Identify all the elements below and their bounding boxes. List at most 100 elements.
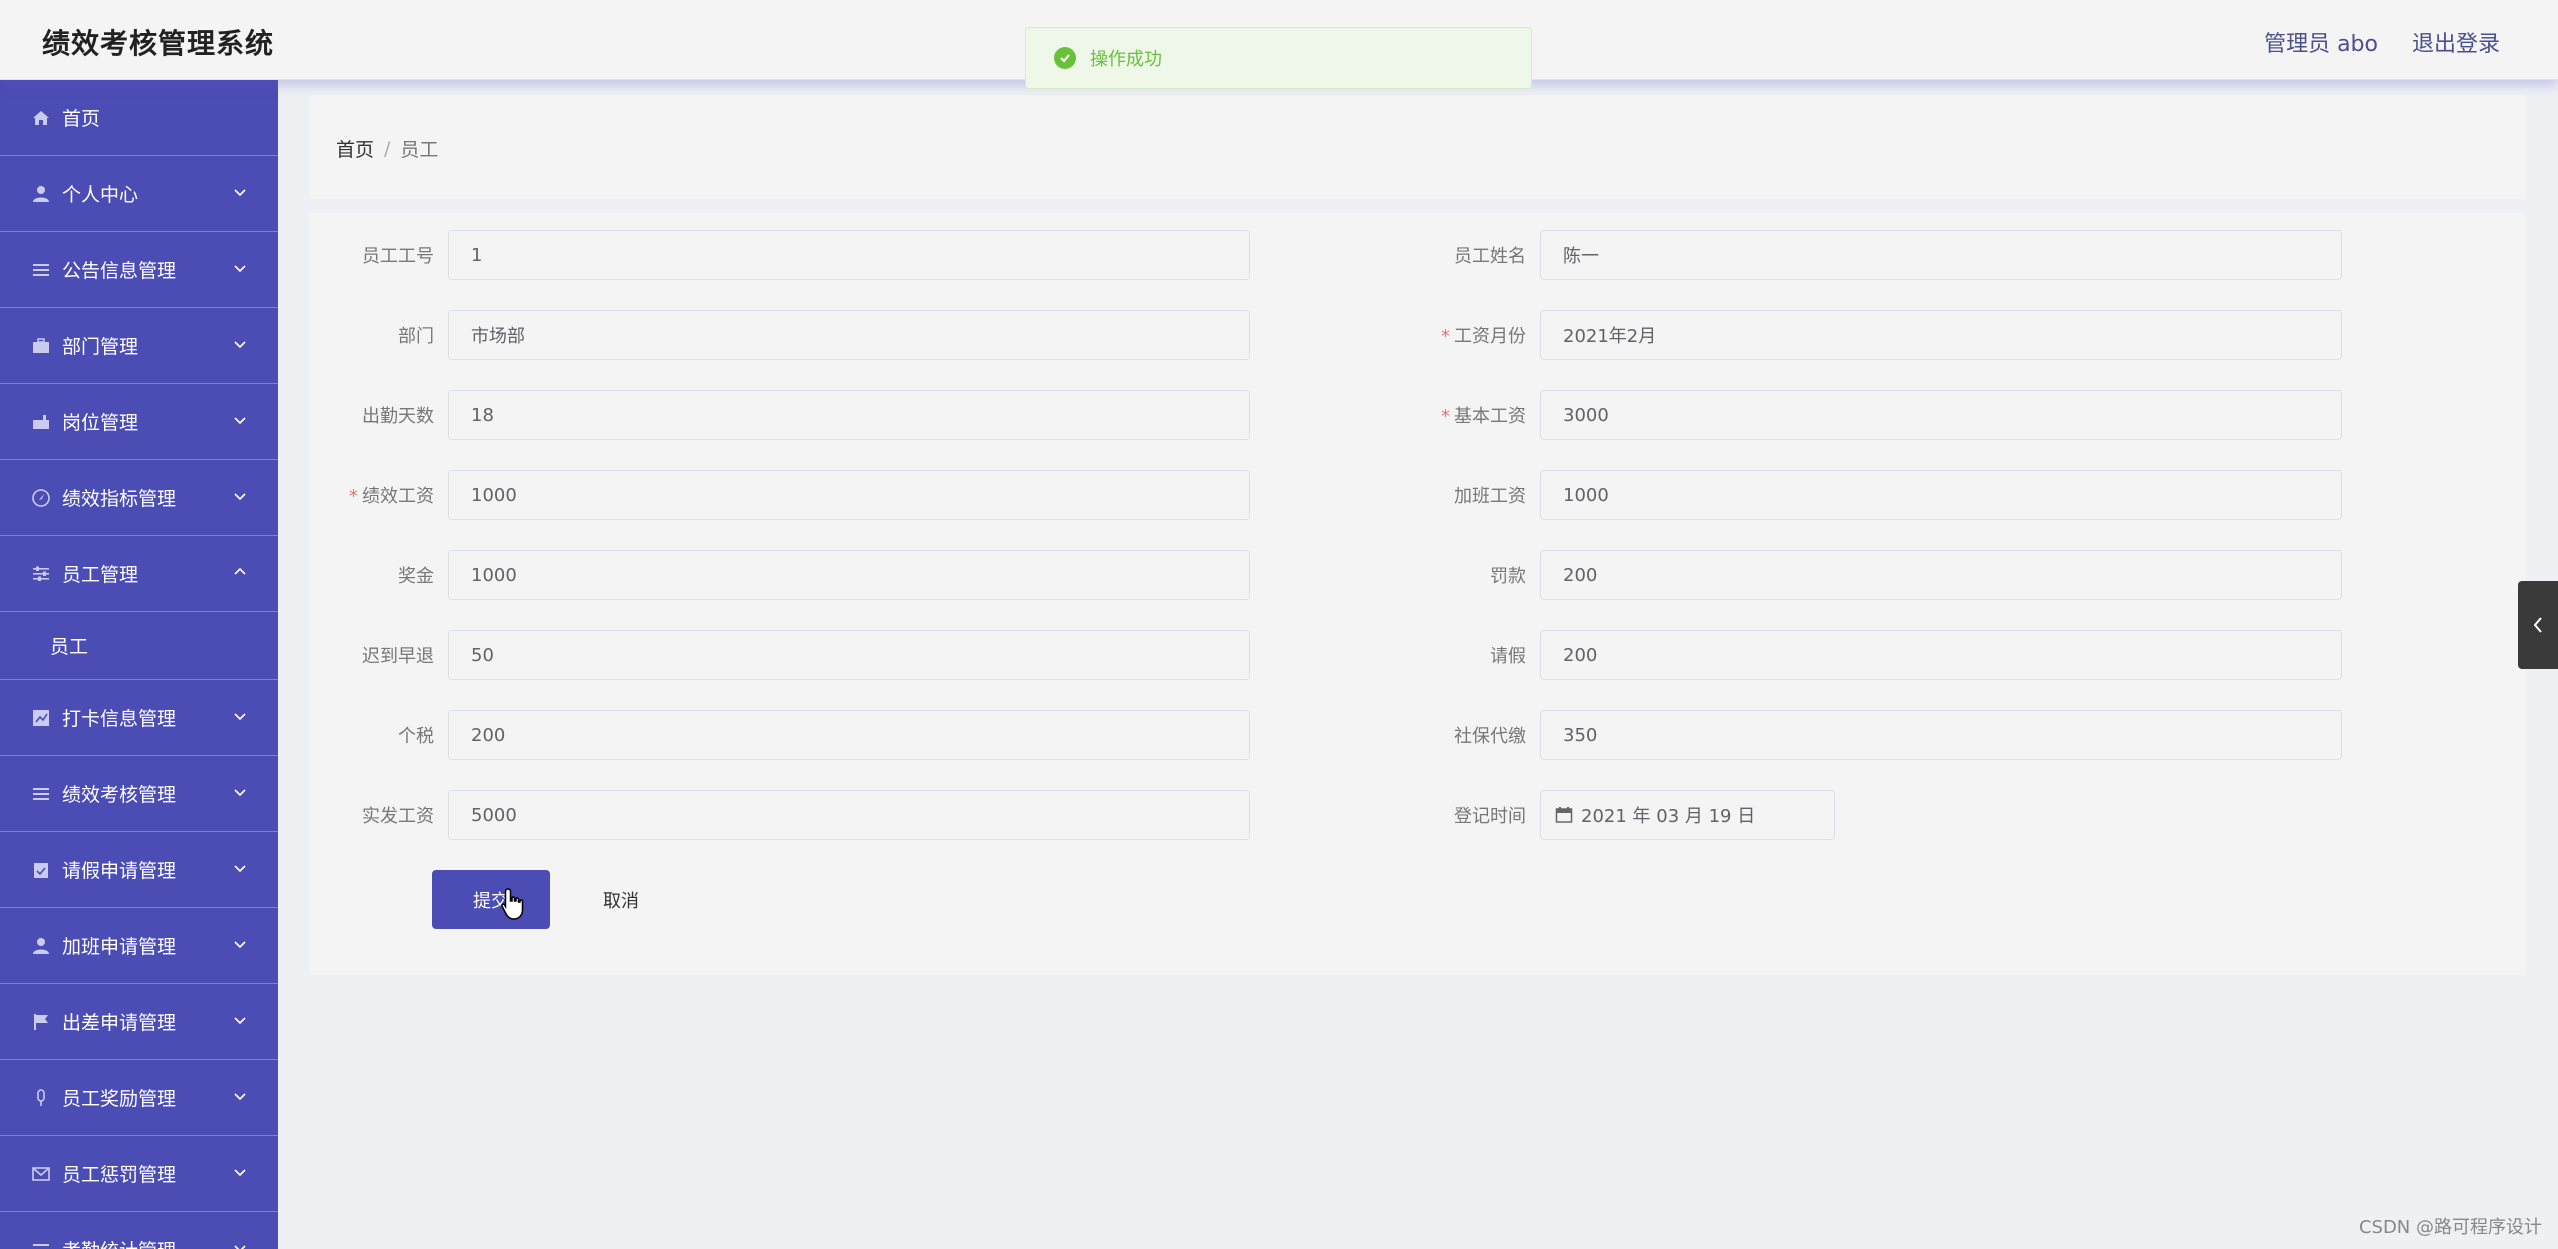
sidebar-subitem-employee[interactable]: 员工 bbox=[0, 612, 278, 680]
field-label: 个税 bbox=[398, 726, 434, 747]
field-social-security: 社保代缴 350 bbox=[1416, 709, 2342, 761]
sidebar-item-department[interactable]: 部门管理 bbox=[0, 308, 278, 384]
breadcrumb-home[interactable]: 首页 bbox=[336, 135, 374, 162]
watermark: CSDN @路可程序设计 bbox=[2358, 1217, 2542, 1238]
employee-name-input[interactable]: 陈一 bbox=[1540, 230, 2342, 280]
post-icon bbox=[30, 411, 52, 433]
performance-pay-input[interactable]: 1000 bbox=[448, 470, 1250, 520]
home-icon bbox=[30, 107, 52, 129]
chevron-down-icon bbox=[234, 713, 246, 721]
mail-icon bbox=[30, 1163, 52, 1185]
cancel-button[interactable]: 取消 bbox=[568, 870, 674, 929]
sidebar-item-label: 请假申请管理 bbox=[62, 860, 177, 882]
fine-input[interactable]: 200 bbox=[1540, 550, 2342, 600]
sidebar-item-performance-review[interactable]: 绩效考核管理 bbox=[0, 756, 278, 832]
chevron-down-icon bbox=[234, 341, 246, 349]
submit-button[interactable]: 提交 bbox=[432, 870, 550, 929]
field-label: 迟到早退 bbox=[362, 646, 434, 667]
sidebar-item-notice[interactable]: 公告信息管理 bbox=[0, 232, 278, 308]
user-icon bbox=[30, 183, 52, 205]
field-label: 加班工资 bbox=[1454, 486, 1526, 507]
list-icon bbox=[30, 1239, 52, 1249]
sidebar-item-label: 打卡信息管理 bbox=[62, 708, 177, 730]
sidebar-item-home[interactable]: 首页 bbox=[0, 80, 278, 156]
collapse-tab[interactable] bbox=[2518, 581, 2558, 669]
required-mark: * bbox=[349, 486, 358, 507]
field-salary-month: * 工资月份 2021年2月 bbox=[1416, 309, 2342, 361]
employee-id-input[interactable]: 1 bbox=[448, 230, 1250, 280]
attendance-days-input[interactable]: 18 bbox=[448, 390, 1250, 440]
chevron-down-icon bbox=[234, 1169, 246, 1177]
flag-icon bbox=[30, 1011, 52, 1033]
field-label: 罚款 bbox=[1490, 566, 1526, 587]
chevron-down-icon bbox=[234, 1017, 246, 1025]
field-late-early: 迟到早退 50 bbox=[324, 629, 1250, 681]
social-security-input[interactable]: 350 bbox=[1540, 710, 2342, 760]
field-label: 社保代缴 bbox=[1454, 726, 1526, 747]
list-icon bbox=[30, 783, 52, 805]
app-title: 绩效考核管理系统 bbox=[42, 27, 275, 60]
late-early-input[interactable]: 50 bbox=[448, 630, 1250, 680]
header-user-area: 管理员 abo 退出登录 bbox=[2264, 26, 2500, 58]
field-fine: 罚款 200 bbox=[1416, 549, 2342, 601]
sidebar-item-employee-reward[interactable]: 员工奖励管理 bbox=[0, 1060, 278, 1136]
field-label-text: 绩效工资 bbox=[362, 486, 434, 507]
sidebar-subitem-label: 员工 bbox=[50, 636, 89, 658]
net-pay-input[interactable]: 5000 bbox=[448, 790, 1250, 840]
register-date-picker[interactable]: 2021 年 03 月 19 日 bbox=[1540, 790, 1835, 840]
field-employee-id: 员工工号 1 bbox=[324, 229, 1250, 281]
field-label: 部门 bbox=[398, 326, 434, 347]
field-performance-pay: * 绩效工资 1000 bbox=[324, 469, 1250, 521]
sidebar-item-position[interactable]: 岗位管理 bbox=[0, 384, 278, 460]
sidebar-item-business-trip[interactable]: 出差申请管理 bbox=[0, 984, 278, 1060]
bonus-input[interactable]: 1000 bbox=[448, 550, 1250, 600]
success-toast: 操作成功 bbox=[1025, 27, 1532, 89]
field-label: 出勤天数 bbox=[362, 406, 434, 427]
field-attendance-days: 出勤天数 18 bbox=[324, 389, 1250, 441]
sidebar-item-clock-in[interactable]: 打卡信息管理 bbox=[0, 680, 278, 756]
chevron-down-icon bbox=[234, 189, 246, 197]
chevron-down-icon bbox=[234, 1245, 246, 1249]
sidebar-item-employee-penalty[interactable]: 员工惩罚管理 bbox=[0, 1136, 278, 1212]
clipboard-icon bbox=[30, 859, 52, 881]
sidebar-item-label: 出差申请管理 bbox=[62, 1012, 177, 1034]
field-label: 实发工资 bbox=[362, 806, 434, 827]
logout-link[interactable]: 退出登录 bbox=[2412, 26, 2500, 58]
breadcrumb-separator: / bbox=[384, 137, 391, 160]
sidebar-item-label: 首页 bbox=[62, 108, 101, 130]
sidebar-item-attendance-stats[interactable]: 考勤统计管理 bbox=[0, 1212, 278, 1249]
field-label: 登记时间 bbox=[1454, 806, 1526, 827]
chevron-down-icon bbox=[234, 941, 246, 949]
toast-message: 操作成功 bbox=[1090, 49, 1162, 70]
sidebar-item-performance-index[interactable]: 绩效指标管理 bbox=[0, 460, 278, 536]
sliders-icon bbox=[30, 563, 52, 585]
salary-month-input[interactable]: 2021年2月 bbox=[1540, 310, 2342, 360]
current-user[interactable]: 管理员 abo bbox=[2264, 26, 2378, 58]
income-tax-input[interactable]: 200 bbox=[448, 710, 1250, 760]
sidebar-item-label: 考勤统计管理 bbox=[62, 1236, 176, 1249]
sidebar-item-overtime-request[interactable]: 加班申请管理 bbox=[0, 908, 278, 984]
briefcase-icon bbox=[30, 335, 52, 357]
field-label-text: 工资月份 bbox=[1454, 326, 1526, 347]
field-label: 员工姓名 bbox=[1454, 246, 1526, 267]
sidebar-item-label: 部门管理 bbox=[62, 336, 139, 358]
field-leave: 请假 200 bbox=[1416, 629, 2342, 681]
chevron-down-icon bbox=[234, 265, 246, 273]
sidebar-item-personal-center[interactable]: 个人中心 bbox=[0, 156, 278, 232]
sidebar-menu: 首页 个人中心 公告信息管理 部门管理 岗位管理 绩效指标管理 员工管理 员工 … bbox=[0, 80, 278, 1249]
sidebar-item-employee-management[interactable]: 员工管理 bbox=[0, 536, 278, 612]
required-mark: * bbox=[1441, 326, 1450, 347]
field-income-tax: 个税 200 bbox=[324, 709, 1250, 761]
field-label: * 工资月份 bbox=[1416, 322, 1540, 348]
sidebar-item-leave-request[interactable]: 请假申请管理 bbox=[0, 832, 278, 908]
overtime-pay-input[interactable]: 1000 bbox=[1540, 470, 2342, 520]
field-employee-name: 员工姓名 陈一 bbox=[1416, 229, 2342, 281]
calendar-icon bbox=[1555, 807, 1573, 823]
department-input[interactable]: 市场部 bbox=[448, 310, 1250, 360]
field-label: 请假 bbox=[1490, 646, 1526, 667]
field-label-text: 基本工资 bbox=[1454, 406, 1526, 427]
leave-input[interactable]: 200 bbox=[1540, 630, 2342, 680]
sidebar-item-label: 员工惩罚管理 bbox=[62, 1164, 177, 1186]
chevron-down-icon bbox=[234, 417, 246, 425]
base-salary-input[interactable]: 3000 bbox=[1540, 390, 2342, 440]
